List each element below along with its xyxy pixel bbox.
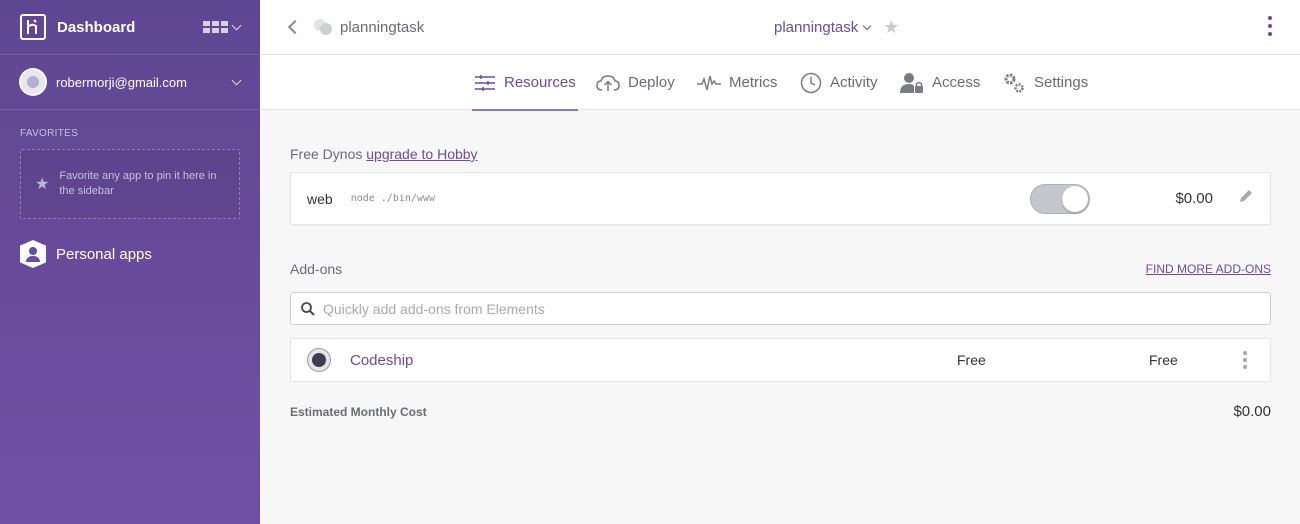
star-icon: ★ xyxy=(35,176,50,193)
sidebar: Dashboard robermorji@gmail.com FAVORITES… xyxy=(0,0,260,524)
addon-price: Free xyxy=(1149,352,1178,368)
codeship-logo-icon xyxy=(307,348,331,372)
favorites-label: FAVORITES xyxy=(20,128,79,139)
tab-activity[interactable]: Activity xyxy=(800,55,878,110)
search-icon xyxy=(301,301,315,316)
app-icon xyxy=(314,19,332,35)
addon-row: Codeship Free Free xyxy=(290,338,1271,382)
app-name: planningtask xyxy=(774,19,859,36)
grid-icon xyxy=(203,21,228,33)
user-email: robermorji@gmail.com xyxy=(56,74,187,90)
dyno-cost: $0.00 xyxy=(1175,190,1213,207)
pencil-icon[interactable] xyxy=(1238,188,1254,209)
estimated-cost-row: Estimated Monthly Cost $0.00 xyxy=(290,403,1271,420)
addon-plan: Free xyxy=(957,352,986,368)
breadcrumb[interactable]: planningtask xyxy=(340,19,424,36)
addon-search xyxy=(290,292,1271,325)
settings-icon xyxy=(1004,73,1024,93)
tab-metrics[interactable]: Metrics xyxy=(697,55,777,110)
search-input[interactable] xyxy=(323,300,1223,317)
dyno-toggle[interactable] xyxy=(1030,183,1091,214)
sidebar-item-personal-apps[interactable]: Personal apps xyxy=(20,240,240,268)
favorites-dropzone: ★ Favorite any app to pin it here in the… xyxy=(20,149,240,219)
tab-resources[interactable]: Resources xyxy=(472,55,578,111)
tab-label: Activity xyxy=(830,74,878,91)
tab-deploy[interactable]: Deploy xyxy=(596,55,675,110)
heroku-logo-icon[interactable] xyxy=(20,14,46,40)
person-icon xyxy=(20,240,46,268)
access-icon xyxy=(900,72,923,93)
app-switcher[interactable]: planningtask ★ xyxy=(774,17,899,38)
dyno-row: web node ./bin/www $0.00 xyxy=(290,172,1271,225)
addons-header: Add-ons FIND MORE ADD-ONS xyxy=(290,261,1271,277)
apps-menu-button[interactable] xyxy=(203,20,242,33)
dyno-type: web xyxy=(307,190,333,207)
tab-label: Settings xyxy=(1034,74,1089,91)
tab-bar: Resources Deploy Metrics Activity Access… xyxy=(260,55,1300,111)
dyno-command: node ./bin/www xyxy=(350,193,435,204)
find-more-addons-link[interactable]: FIND MORE ADD-ONS xyxy=(1146,262,1271,276)
resources-icon xyxy=(475,74,495,91)
chevron-down-icon xyxy=(231,20,242,30)
dynos-section-label: Free Dynos upgrade to Hobby xyxy=(290,146,1271,162)
avatar xyxy=(19,68,47,96)
main-area: planningtask planningtask ★ Resources De… xyxy=(260,0,1300,524)
free-dynos-label: Free Dynos xyxy=(290,146,363,162)
chevron-down-icon xyxy=(231,75,242,85)
tab-settings[interactable]: Settings xyxy=(1002,55,1088,110)
dashboard-title[interactable]: Dashboard xyxy=(57,19,135,36)
estimated-cost-value: $0.00 xyxy=(1233,403,1271,420)
more-menu-icon[interactable] xyxy=(1268,16,1272,36)
app-header: planningtask planningtask ★ xyxy=(260,0,1300,55)
tab-label: Deploy xyxy=(628,74,675,91)
back-arrow-icon[interactable] xyxy=(287,19,303,35)
chevron-down-icon xyxy=(862,21,872,30)
favorite-star-icon[interactable]: ★ xyxy=(883,17,899,38)
addons-label: Add-ons xyxy=(290,261,343,277)
tab-label: Metrics xyxy=(729,74,778,91)
account-switcher[interactable]: robermorji@gmail.com xyxy=(0,55,260,110)
addon-name-link[interactable]: Codeship xyxy=(350,352,413,369)
tab-label: Resources xyxy=(504,74,576,91)
tab-access[interactable]: Access xyxy=(900,55,980,110)
resources-content: Free Dynos upgrade to Hobby web node ./b… xyxy=(260,110,1300,420)
metrics-icon xyxy=(697,75,721,90)
sidebar-item-label: Personal apps xyxy=(56,245,152,263)
activity-icon xyxy=(800,72,822,93)
upgrade-link[interactable]: upgrade to Hobby xyxy=(366,146,477,162)
addon-more-icon[interactable] xyxy=(1243,351,1247,369)
sidebar-header: Dashboard xyxy=(0,0,260,55)
favorites-hint: Favorite any app to pin it here in the s… xyxy=(59,170,217,197)
deploy-icon xyxy=(596,74,620,91)
estimated-cost-label: Estimated Monthly Cost xyxy=(290,404,427,419)
tab-label: Access xyxy=(932,74,981,91)
